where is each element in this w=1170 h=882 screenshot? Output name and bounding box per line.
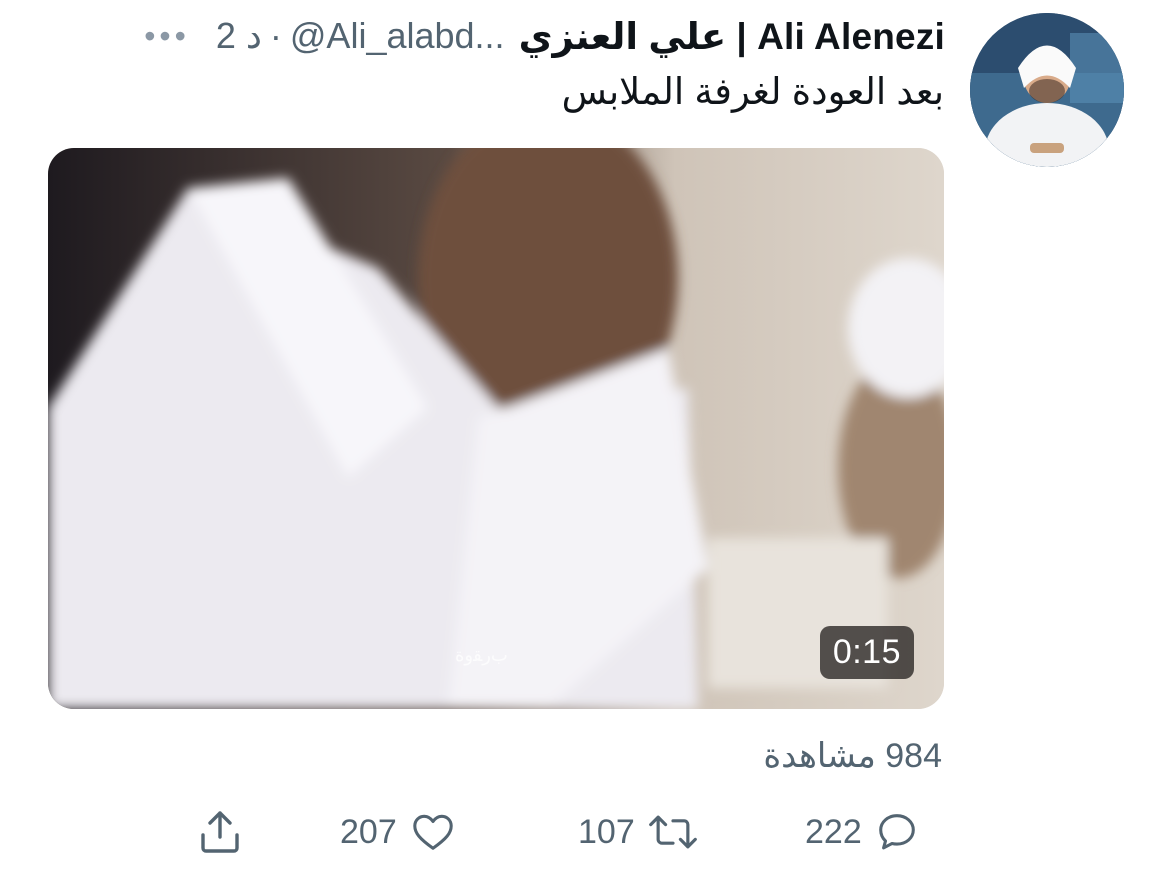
- timestamp[interactable]: 2 د: [216, 15, 262, 57]
- video-duration-badge: 0:15: [819, 626, 914, 679]
- like-count: 207: [340, 812, 397, 851]
- retweet-button[interactable]: 107: [578, 800, 699, 864]
- tweet-card: علي العنزي | Ali Alenezi @Ali_alabd... ·…: [0, 0, 1170, 882]
- share-button[interactable]: [196, 800, 244, 864]
- tweet-text: بعد العودة لغرفة الملابس: [561, 71, 944, 112]
- share-icon: [196, 807, 244, 857]
- video-thumbnail: [48, 148, 944, 709]
- video-watermark: ﺏﺭﻘﻭﺓ: [455, 645, 508, 666]
- action-bar: 222 107 207: [0, 800, 1170, 864]
- reply-count: 222: [805, 812, 862, 851]
- reply-button[interactable]: 222: [805, 800, 920, 864]
- video-player[interactable]: ﺏﺭﻘﻭﺓ 0:15: [48, 148, 944, 709]
- tweet-header: علي العنزي | Ali Alenezi @Ali_alabd... ·…: [40, 10, 945, 62]
- reply-icon: [874, 809, 920, 855]
- display-name[interactable]: علي العنزي | Ali Alenezi: [519, 15, 945, 58]
- retweet-count: 107: [578, 812, 635, 851]
- more-dots-icon[interactable]: •••: [144, 20, 190, 52]
- like-button[interactable]: 207: [340, 800, 457, 864]
- heart-icon: [409, 809, 457, 855]
- handle[interactable]: @Ali_alabd...: [290, 15, 505, 57]
- separator: ·: [269, 15, 282, 56]
- retweet-icon: [647, 809, 699, 855]
- view-count: 984 مشاهدة: [763, 737, 942, 775]
- avatar[interactable]: [970, 13, 1124, 167]
- handle-and-time: @Ali_alabd... · 2 د: [216, 15, 505, 57]
